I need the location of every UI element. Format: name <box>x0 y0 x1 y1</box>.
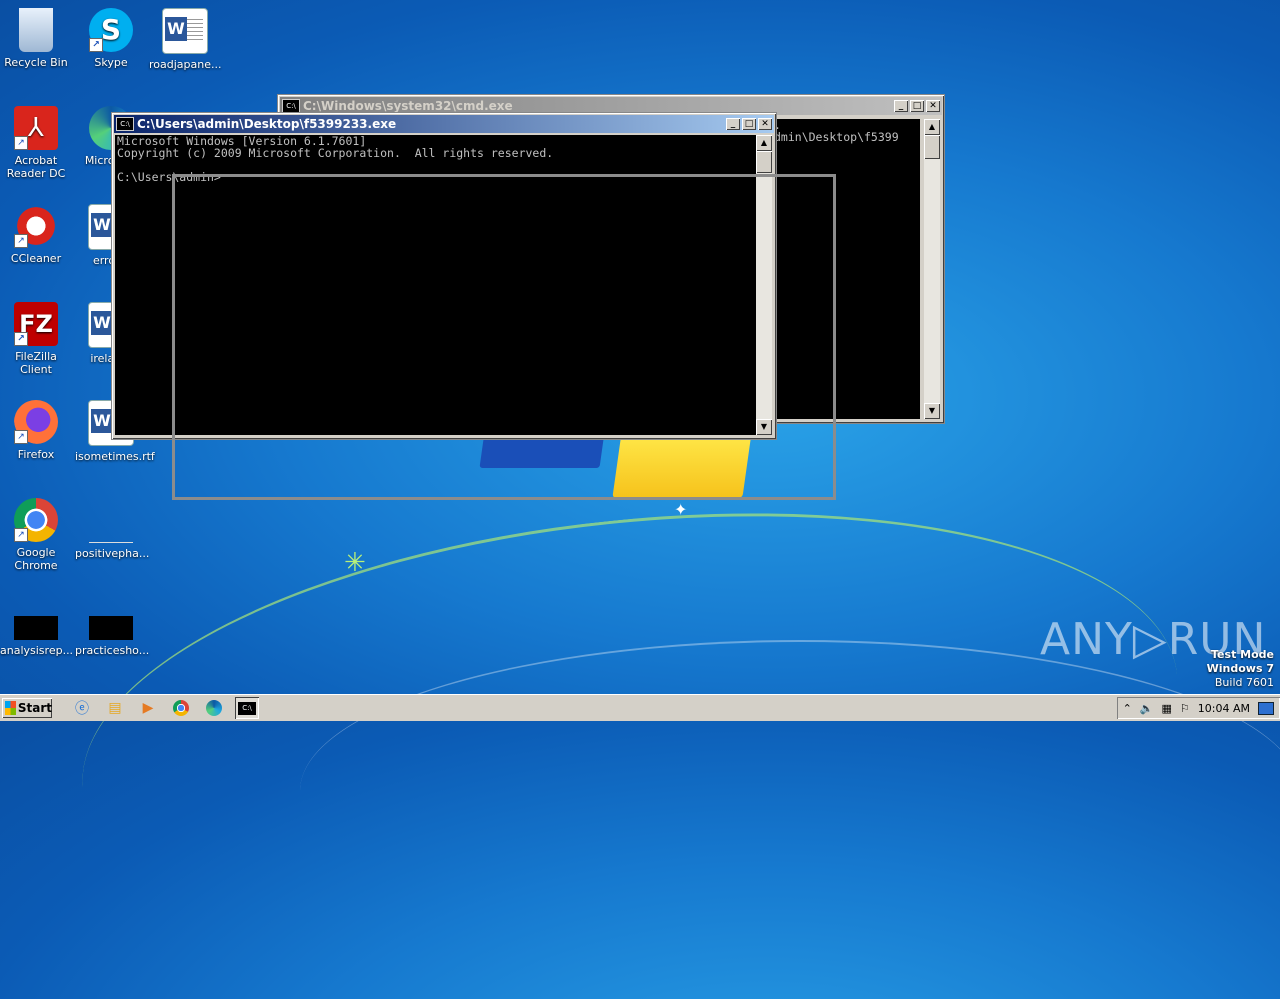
media-player-icon[interactable]: ▶ <box>136 697 160 719</box>
desktop-icon-recycle-bin[interactable]: Recycle Bin <box>0 8 72 69</box>
desktop-icon-label: CCleaner <box>10 252 62 265</box>
chrome-icon[interactable] <box>169 697 193 719</box>
cmd-icon: C:\ <box>116 117 134 131</box>
desktop-icon-firefox[interactable]: ↗ Firefox <box>0 400 72 461</box>
desktop-icon-label: analysisrep... <box>0 644 74 657</box>
desktop-icon-label: Skype <box>94 56 128 69</box>
recycle-bin-icon <box>19 8 53 52</box>
desktop-icon-positivepha[interactable]: positivepha... <box>75 498 150 560</box>
scroll-thumb[interactable] <box>924 135 940 159</box>
maximize-button[interactable]: □ <box>910 100 924 112</box>
filezilla-icon: FZ ↗ <box>14 302 58 346</box>
scroll-up-icon[interactable]: ▲ <box>924 119 940 135</box>
desktop-icon-label: Recycle Bin <box>4 56 68 69</box>
explorer-icon[interactable]: ▤ <box>103 697 127 719</box>
console-line: dmin\Desktop\f5399 <box>774 130 899 144</box>
system-tray: ⌃ 🔈 ▦ ⚐ 10:04 AM <box>1117 697 1280 719</box>
desktop-icon-skype[interactable]: S ↗ Skype <box>75 8 147 69</box>
close-button[interactable]: ✕ <box>926 100 940 112</box>
desktop-icon-acrobat[interactable]: ⅄ ↗ Acrobat Reader DC <box>0 106 72 180</box>
wallpaper-swoosh <box>300 640 1280 942</box>
desktop-icon-roadjapane[interactable]: W roadjapane... <box>149 8 221 71</box>
desktop-icon-filezilla[interactable]: FZ ↗ FileZilla Client <box>0 302 72 376</box>
desktop-icon-practicesho[interactable]: practicesho... <box>75 596 150 657</box>
show-hidden-icons-icon[interactable]: ⌃ <box>1123 702 1132 715</box>
desktop-icon-label: FileZilla Client <box>15 350 57 376</box>
windows-logo-icon <box>5 701 16 715</box>
minimize-button[interactable]: _ <box>726 118 740 130</box>
black-file-icon <box>89 616 133 640</box>
network-icon[interactable]: ▦ <box>1162 702 1172 715</box>
cmd-icon: C:\ <box>282 99 300 113</box>
chrome-icon: ↗ <box>14 498 58 542</box>
ie-icon[interactable]: ⓔ <box>70 697 94 719</box>
scroll-up-icon[interactable]: ▲ <box>756 135 772 151</box>
window-title: C:\Users\admin\Desktop\f5399233.exe <box>137 117 397 131</box>
clock[interactable]: 10:04 AM <box>1198 702 1250 715</box>
desktop-icon-label: practicesho... <box>75 644 150 657</box>
action-center-flag-icon[interactable]: ⚐ <box>1180 702 1190 715</box>
close-button[interactable]: ✕ <box>758 118 772 130</box>
test-mode-notice: Test Mode Windows 7 Build 7601 <box>1206 648 1274 689</box>
wallpaper-sparkle: ✦ <box>674 500 688 519</box>
ccleaner-icon: ↗ <box>14 204 58 248</box>
desktop-icon-label: Acrobat Reader DC <box>6 154 66 180</box>
desktop-icon-chrome[interactable]: ↗ Google Chrome <box>0 498 72 572</box>
desktop-icon-label: Firefox <box>17 448 55 461</box>
scroll-thumb[interactable] <box>756 151 772 173</box>
window-title: C:\Windows\system32\cmd.exe <box>303 99 513 113</box>
taskbar: Start ⓔ ▤ ▶ C:\ ⌃ 🔈 ▦ ⚐ 10:04 AM <box>0 694 1280 721</box>
window-move-outline <box>172 174 836 500</box>
show-desktop-icon[interactable] <box>1258 701 1274 715</box>
vertical-scrollbar[interactable]: ▲ ▼ <box>924 119 940 419</box>
cmd-icon[interactable]: C:\ <box>235 697 259 719</box>
edge-icon[interactable] <box>202 697 226 719</box>
minimize-button[interactable]: _ <box>894 100 908 112</box>
desktop-icon-label: Google Chrome <box>14 546 58 572</box>
word-document-icon: W <box>162 8 208 54</box>
console-line: Copyright (c) 2009 Microsoft Corporation… <box>117 146 554 160</box>
firefox-icon: ↗ <box>14 400 58 444</box>
window-titlebar[interactable]: C:\ C:\Users\admin\Desktop\f5399233.exe … <box>114 115 774 133</box>
desktop-icon-analysisrep[interactable]: analysisrep... <box>0 596 74 657</box>
volume-icon[interactable]: 🔈 <box>1140 702 1154 715</box>
black-file-icon <box>14 616 58 640</box>
maximize-button[interactable]: □ <box>742 118 756 130</box>
skype-icon: S ↗ <box>89 8 133 52</box>
blank-file-icon <box>89 498 133 543</box>
desktop-icon-ccleaner[interactable]: ↗ CCleaner <box>0 204 72 265</box>
scroll-down-icon[interactable]: ▼ <box>924 403 940 419</box>
desktop-icon-label: positivepha... <box>75 547 150 560</box>
start-button[interactable]: Start <box>2 698 52 718</box>
acrobat-icon: ⅄ ↗ <box>14 106 58 150</box>
desktop-icon-label: roadjapane... <box>149 58 222 71</box>
wallpaper-sparkle: ✳ <box>344 548 366 578</box>
desktop-icon-label: isometimes.rtf <box>75 450 155 463</box>
